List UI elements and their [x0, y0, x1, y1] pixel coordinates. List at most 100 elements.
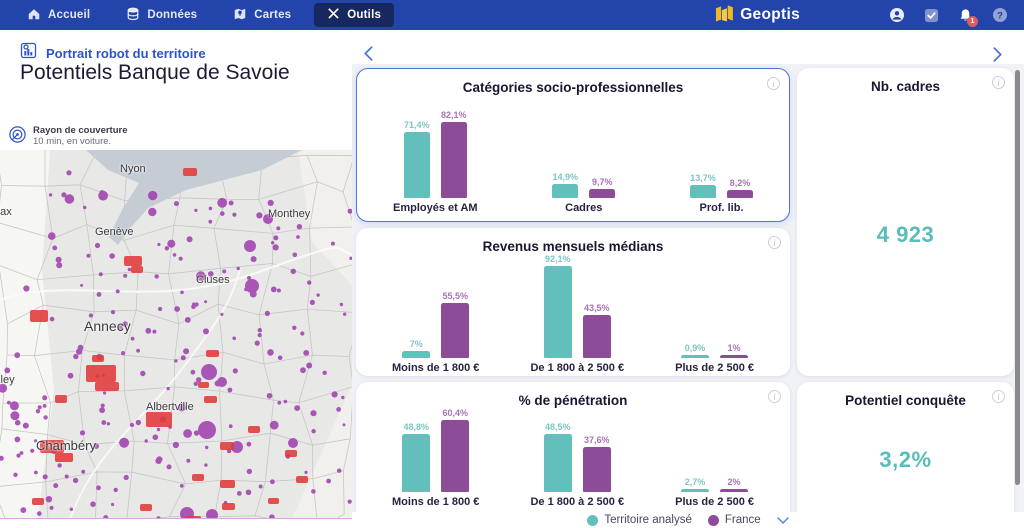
bar-value-label: 92,1%	[545, 254, 571, 264]
bar-value-label: 7%	[409, 339, 423, 350]
bar-value-label: 9,7%	[592, 176, 613, 187]
nav-item-label: Outils	[347, 9, 382, 21]
bar-france	[720, 488, 749, 492]
nav-item-accueil[interactable]: Accueil	[14, 3, 103, 28]
bar-territoire-analyse	[690, 185, 716, 198]
left-panel: Portrait robot du territoire Potentiels …	[0, 30, 352, 528]
bar-chart: 48,8% 60,4% Moins de 1 800 € 48,5% 37,6% De 1…	[356, 408, 790, 515]
kpi-card-nb-cadres[interactable]: Nb. cadres i 4 923	[797, 68, 1014, 376]
legend-item-france[interactable]: France	[707, 514, 761, 526]
bar-territoire-analyse	[543, 266, 572, 359]
database-icon	[126, 7, 140, 24]
bar-group: 48,8% 60,4% Moins de 1 800 €	[392, 408, 479, 508]
legend-dot-purple	[707, 514, 719, 526]
home-icon	[27, 7, 41, 24]
legend-item-territoire-analyse[interactable]: Territoire analysé	[587, 514, 692, 526]
bar-territoire-analyse	[681, 355, 710, 359]
navbar-right: Geoptis 1 ?	[715, 4, 1008, 27]
bar-value-label: 71,4%	[404, 119, 430, 130]
kpi-value: 3,2%	[879, 447, 932, 472]
bar-france	[441, 302, 470, 359]
bar-value-label: 14,9%	[552, 172, 579, 183]
legend-chevron-down-icon[interactable]	[776, 516, 789, 525]
bar-territoire-analyse	[543, 434, 572, 492]
bar-value-label: 48,8%	[403, 421, 429, 432]
top-navbar: Accueil Données Cartes Outils Geoptis 1 …	[0, 0, 1024, 30]
bar-france	[727, 190, 753, 198]
bar-value-label: 2%	[727, 476, 741, 487]
map-canvas	[0, 150, 352, 518]
territory-map[interactable]: Nyon Monthey Genève Cluses Annecy Albertville…	[0, 150, 352, 519]
bar-value-label: 43,5%	[584, 302, 610, 313]
radar-target-icon	[8, 125, 27, 149]
bar-group: 7% 55,5% Moins de 1 800 €	[392, 291, 479, 375]
account-button[interactable]	[889, 7, 905, 23]
coverage-label: Rayon de couverture	[33, 125, 128, 136]
chart-title: Revenus mensuels médians	[482, 239, 664, 254]
tasks-checkbox-button[interactable]	[924, 8, 939, 23]
bar-territoire-analyse	[403, 131, 430, 198]
info-icon[interactable]: i	[992, 390, 1005, 403]
chart-title: Catégories socio-professionnelles	[462, 80, 684, 95]
brand-name: Geoptis	[740, 6, 800, 23]
nav-item-label: Accueil	[48, 9, 91, 21]
bar-group: 2,7% 2% Plus de 2 500 €	[675, 477, 754, 508]
bar-france	[720, 355, 749, 359]
info-icon[interactable]: i	[768, 390, 781, 403]
chart-card-categories-socio-professionnelles[interactable]: Catégories socio-professionnelles i 71,4…	[356, 68, 790, 222]
bar-group: 0,9% 1% Plus de 2 500 €	[675, 343, 754, 374]
coverage-sublabel: 10 min, en voiture.	[33, 136, 112, 147]
legend-dot-teal	[587, 514, 599, 526]
category-label: Employés et AM	[393, 202, 478, 214]
bar-value-label: 8,2%	[729, 178, 751, 189]
svg-text:?: ?	[997, 10, 1003, 21]
carousel-next-button[interactable]	[990, 46, 1005, 68]
category-label: Moins de 1 800 €	[392, 362, 480, 375]
bar-value-label: 0,9%	[684, 343, 706, 354]
notifications-bell-button[interactable]: 1	[958, 8, 978, 27]
bar-value-label: 13,7%	[690, 173, 716, 184]
bar-group: 48,5% 37,6% De 1 800 à 2 500 €	[530, 422, 624, 508]
bar-france	[582, 314, 611, 359]
nav-item-label: Cartes	[254, 9, 292, 21]
kpi-title: Potentiel conquête	[845, 393, 966, 408]
help-button[interactable]: ?	[992, 7, 1008, 23]
carousel-prev-button[interactable]	[361, 45, 376, 67]
bar-chart: 71,4% 82,1% Employés et AM 14,9% 9,7% Cadres 1…	[357, 95, 789, 221]
info-icon[interactable]: i	[768, 236, 781, 249]
bar-france	[441, 420, 470, 492]
info-icon[interactable]: i	[767, 77, 780, 90]
bar-value-label: 1%	[727, 343, 741, 354]
bar-value-label: 82,1%	[441, 109, 467, 120]
info-icon[interactable]: i	[992, 76, 1005, 89]
breadcrumb-label: Portrait robot du territoire	[46, 45, 206, 61]
main-menu: Accueil Données Cartes Outils	[14, 3, 395, 28]
bar-value-label: 48,5%	[545, 422, 571, 433]
bar-chart: 7% 55,5% Moins de 1 800 € 92,1% 43,5% De 1 80…	[356, 254, 790, 381]
category-label: Moins de 1 800 €	[392, 495, 480, 508]
kpi-card-potentiel-conquete[interactable]: Potentiel conquête i 3,2%	[797, 382, 1014, 528]
bar-group: 71,4% 82,1% Employés et AM	[393, 110, 478, 214]
kpi-title: Nb. cadres	[870, 79, 941, 94]
chart-card-pourcentage-penetration[interactable]: % de pénétration i 48,8% 60,4% Moins de 1 …	[356, 382, 790, 528]
bar-territoire-analyse	[681, 488, 710, 492]
nav-item-cartes[interactable]: Cartes	[220, 3, 304, 28]
chart-card-revenus-mensuels-medians[interactable]: Revenus mensuels médians i 7% 55,5% Moins …	[356, 228, 790, 376]
panel-scrollbar-thumb[interactable]	[1015, 70, 1020, 485]
chart-title: % de pénétration	[518, 393, 628, 408]
nav-item-donnees[interactable]: Données	[113, 3, 210, 28]
charts-panel: Catégories socio-professionnelles i 71,4…	[352, 30, 1024, 528]
geoptis-logo-icon	[715, 4, 734, 27]
bar-value-label: 2,7%	[684, 476, 706, 487]
bar-group: 14,9% 9,7% Cadres	[552, 172, 616, 214]
notification-badge: 1	[967, 15, 978, 27]
panel-scrollbar-track[interactable]	[1014, 64, 1021, 512]
kpi-value: 4 923	[876, 222, 935, 247]
nav-item-outils[interactable]: Outils	[314, 3, 395, 27]
bar-territoire-analyse	[402, 351, 431, 359]
page-title: Potentiels Banque de Savoie	[20, 61, 290, 84]
bar-territoire-analyse	[552, 184, 579, 198]
brand-logo: Geoptis	[715, 4, 800, 27]
category-label: Plus de 2 500 €	[675, 362, 754, 375]
coverage-radius-info: Rayon de couverture 10 min, en voiture.	[8, 125, 128, 149]
